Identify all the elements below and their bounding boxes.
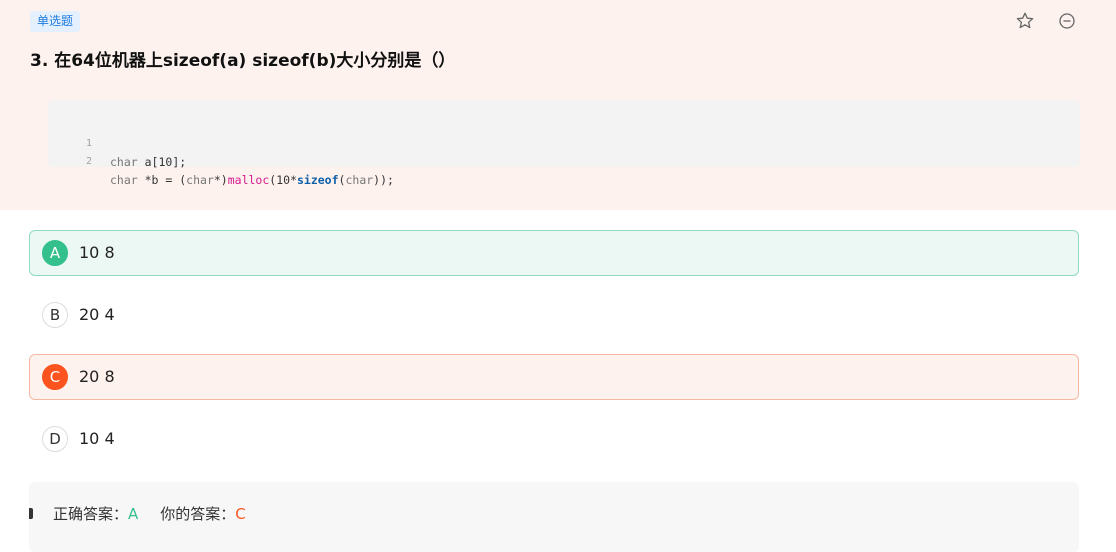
code-keyword: char xyxy=(345,173,374,187)
correct-answer-value: A xyxy=(128,505,139,523)
code-fragment: )); xyxy=(373,173,394,187)
code-fragment: (10* xyxy=(269,173,297,187)
correct-answer-label: 正确答案： xyxy=(53,505,129,523)
option-d[interactable]: D 10 4 xyxy=(29,416,1079,462)
option-text: 10 4 xyxy=(79,429,115,448)
code-fragment: *b = ( xyxy=(137,173,187,187)
option-text: 10 8 xyxy=(79,243,115,262)
question-title: 3. 在64位机器上sizeof(a) sizeof(b)大小分别是（） xyxy=(30,51,456,71)
option-letter: A xyxy=(42,240,68,266)
your-answer-label: 你的答案： xyxy=(160,505,236,523)
question-panel: 单选题 3. 在64位机器上sizeof(a) sizeof(b)大小分别是（）… xyxy=(0,0,1116,210)
option-text: 20 8 xyxy=(79,367,115,386)
code-line: 1 char a[10]; xyxy=(48,117,186,169)
option-c[interactable]: C 20 8 xyxy=(29,354,1079,400)
your-answer-value: C xyxy=(235,505,246,523)
answer-panel: 正确答案：A 你的答案：C xyxy=(29,482,1079,552)
question-type-tag: 单选题 xyxy=(30,11,81,32)
star-icon[interactable] xyxy=(1015,11,1035,31)
code-text: char *b = (char*)malloc(10*sizeof(char))… xyxy=(110,171,394,189)
code-keyword: char xyxy=(110,155,138,169)
option-a[interactable]: A 10 8 xyxy=(29,230,1079,276)
code-fragment: *) xyxy=(213,173,228,187)
line-number: 2 xyxy=(85,156,92,167)
code-operator: sizeof xyxy=(296,173,339,187)
minus-circle-icon[interactable] xyxy=(1057,11,1077,31)
code-block: 1 char a[10]; 2 char *b = (char*)malloc(… xyxy=(48,100,1080,187)
code-fragment: a[10]; xyxy=(137,155,187,169)
code-keyword: char xyxy=(110,173,138,187)
option-letter: C xyxy=(42,364,68,390)
option-letter: D xyxy=(42,426,68,452)
option-text: 20 4 xyxy=(79,305,115,324)
option-b[interactable]: B 20 4 xyxy=(29,292,1079,338)
code-text: char a[10]; xyxy=(110,153,186,171)
option-letter: B xyxy=(42,302,68,328)
code-line: 2 char *b = (char*)malloc(10*sizeof(char… xyxy=(48,135,394,187)
section-marker xyxy=(29,508,33,519)
answer-row: 正确答案：A 你的答案：C xyxy=(53,503,246,524)
code-function: malloc xyxy=(227,173,270,187)
code-keyword: char xyxy=(186,173,214,187)
